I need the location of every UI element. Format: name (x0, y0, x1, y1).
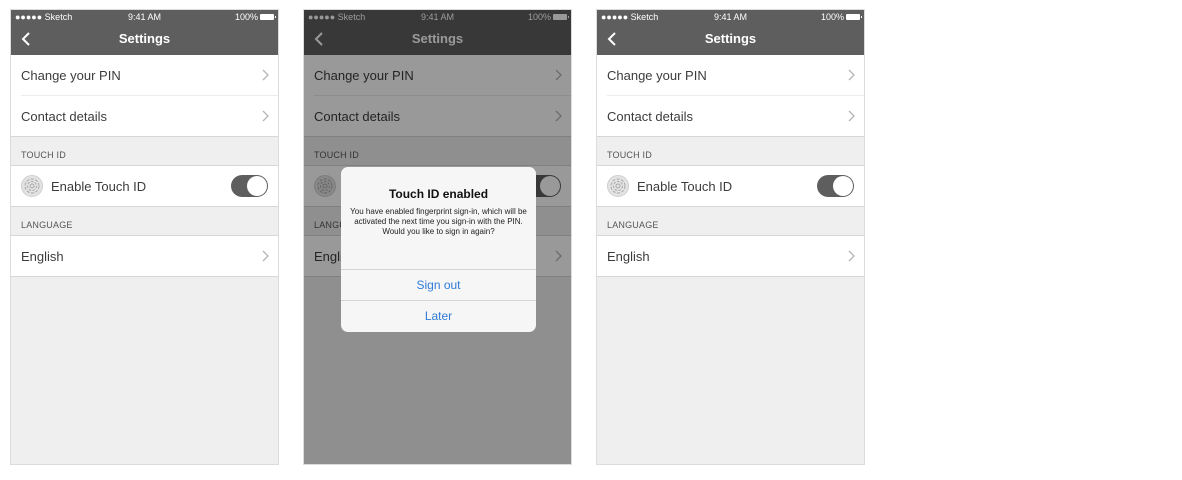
chevron-right-icon (848, 110, 855, 122)
fingerprint-icon (607, 175, 629, 197)
page-title: Settings (704, 31, 757, 46)
touch-id-group: Enable Touch ID (11, 166, 278, 207)
language-section-label: LANGUAGE (21, 220, 73, 230)
dialog-title: Touch ID enabled (388, 187, 489, 201)
phone-screen-3: ●●●●● Sketch 9:41 AM 100% Settings Chang… (596, 9, 865, 465)
later-button[interactable]: Later (341, 300, 536, 332)
chevron-right-icon (262, 69, 269, 81)
enable-touch-id-row: Enable Touch ID (11, 166, 278, 206)
enable-touch-id-label: Enable Touch ID (637, 179, 733, 194)
settings-list: Change your PIN Contact details TOUCH ID… (597, 55, 864, 464)
language-row[interactable]: English (597, 236, 864, 276)
language-group: English (597, 236, 864, 277)
touch-id-section-header: TOUCH ID (597, 137, 864, 166)
page-title: Settings (118, 31, 171, 46)
language-label: English (607, 249, 650, 264)
language-label: English (21, 249, 64, 264)
toggle-knob (247, 176, 267, 196)
toggle-knob (833, 176, 853, 196)
battery-indicator: 100% (234, 12, 276, 22)
contact-details-row[interactable]: Contact details (11, 96, 278, 136)
touch-id-toggle[interactable] (817, 175, 854, 197)
enable-touch-id-label: Enable Touch ID (51, 179, 147, 194)
change-pin-row[interactable]: Change your PIN (11, 55, 278, 95)
touch-id-alert-dialog: Touch ID enabled You have enabled finger… (341, 167, 536, 332)
account-group: Change your PIN Contact details (597, 55, 864, 137)
battery-percent: 100% (234, 12, 258, 22)
nav-bar: Settings (597, 24, 864, 55)
nav-bar: Settings (11, 24, 278, 55)
contact-details-label: Contact details (607, 109, 693, 124)
status-bar: ●●●●● Sketch 9:41 AM 100% (597, 10, 864, 24)
battery-icon (260, 14, 276, 20)
language-row[interactable]: English (11, 236, 278, 276)
change-pin-label: Change your PIN (607, 68, 707, 83)
status-bar: ●●●●● Sketch 9:41 AM 100% (11, 10, 278, 24)
language-section-label: LANGUAGE (607, 220, 659, 230)
chevron-right-icon (848, 250, 855, 262)
touch-id-section-header: TOUCH ID (11, 137, 278, 166)
enable-touch-id-row: Enable Touch ID (597, 166, 864, 206)
language-group: English (11, 236, 278, 277)
settings-list: Change your PIN Contact details TOUCH ID… (11, 55, 278, 464)
touch-id-group: Enable Touch ID (597, 166, 864, 207)
language-section-header: LANGUAGE (597, 207, 864, 236)
phone-screen-1: ●●●●● Sketch 9:41 AM 100% Settings Chang… (10, 9, 279, 465)
sign-out-button[interactable]: Sign out (341, 269, 536, 301)
battery-percent: 100% (820, 12, 844, 22)
phone-screen-2: ●●●●● Sketch 9:41 AM 100% Settings Chang… (303, 9, 572, 465)
chevron-right-icon (262, 110, 269, 122)
touch-id-toggle[interactable] (231, 175, 268, 197)
fingerprint-icon (21, 175, 43, 197)
contact-details-row[interactable]: Contact details (597, 96, 864, 136)
contact-details-label: Contact details (21, 109, 107, 124)
touch-id-section-label: TOUCH ID (21, 150, 66, 160)
chevron-right-icon (262, 250, 269, 262)
language-section-header: LANGUAGE (11, 207, 278, 236)
chevron-right-icon (848, 69, 855, 81)
battery-icon (846, 14, 862, 20)
touch-id-section-label: TOUCH ID (607, 150, 652, 160)
battery-indicator: 100% (820, 12, 862, 22)
change-pin-label: Change your PIN (21, 68, 121, 83)
dialog-message: You have enabled fingerprint sign-in, wh… (350, 207, 527, 236)
account-group: Change your PIN Contact details (11, 55, 278, 137)
change-pin-row[interactable]: Change your PIN (597, 55, 864, 95)
